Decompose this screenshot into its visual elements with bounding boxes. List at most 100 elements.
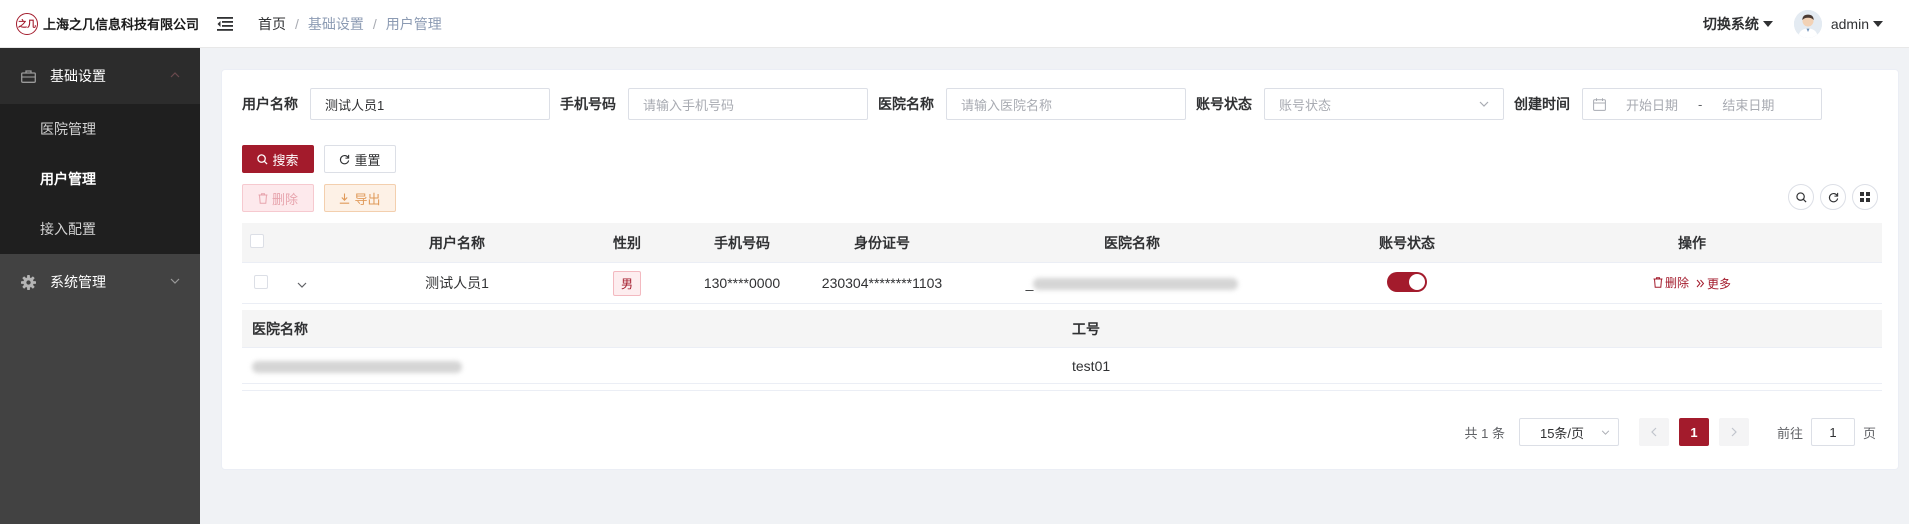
column-username: 用户名称: [429, 234, 485, 251]
status-placeholder: 账号状态: [1279, 97, 1332, 113]
search-button[interactable]: 搜索: [242, 145, 314, 173]
redacted-hospital-name: [252, 360, 462, 373]
delete-button[interactable]: 删除: [242, 184, 314, 212]
username-value: 测试人员1: [325, 97, 385, 113]
end-date-placeholder[interactable]: 结束日期: [1722, 95, 1774, 114]
goto-page-input[interactable]: 1: [1810, 418, 1855, 446]
chevron-left-icon: [1651, 427, 1657, 437]
table-row: 测试人员1 男 130****0000 230304********1103 _…: [242, 263, 1882, 304]
detail-cell-employee-no: test01: [1072, 357, 1111, 374]
sidebar-group-system-management[interactable]: 系统管理: [0, 254, 200, 310]
detail-table-header: 医院名称 工号: [242, 310, 1882, 348]
briefcase-icon: [20, 68, 36, 84]
detail-column-employee-no: 工号: [1072, 320, 1100, 337]
column-phone: 手机号码: [714, 234, 770, 251]
sidebar-group-label: 系统管理: [50, 274, 106, 290]
account-status-toggle[interactable]: [1387, 271, 1427, 292]
user-table: 用户名称 性别 手机号码 身份证号 医院名称 账号状态 操作 测试人员1 男 1…: [242, 223, 1882, 391]
redacted-hospital-name: [1033, 278, 1239, 291]
cell-phone: 130****0000: [703, 275, 781, 291]
reset-button[interactable]: 重置: [324, 145, 396, 173]
chevron-down-icon: [170, 278, 180, 284]
user-avatar-icon: [1793, 9, 1822, 38]
trash-icon: [258, 192, 268, 204]
avatar[interactable]: [1793, 9, 1822, 38]
sidebar-group-basic-settings[interactable]: 基础设置: [0, 48, 200, 104]
refresh-icon: [339, 154, 350, 165]
sidebar-item-user-management[interactable]: 用户管理: [0, 154, 200, 204]
sidebar-item-access-config[interactable]: 接入配置: [0, 204, 200, 254]
sidebar-item-hospital-management[interactable]: 医院管理: [0, 104, 200, 154]
detail-cell-hospital: [242, 358, 1062, 374]
refresh-table-button[interactable]: [1820, 184, 1846, 210]
pagination-total: 共 1 条: [1464, 425, 1505, 441]
switch-system-dropdown[interactable]: 切换系统: [1703, 14, 1773, 34]
created-date-range[interactable]: 开始日期 - 结束日期: [1582, 88, 1822, 120]
breadcrumb-home[interactable]: 首页: [258, 14, 286, 34]
table-header: 用户名称 性别 手机号码 身份证号 医院名称 账号状态 操作: [242, 223, 1882, 263]
grid-icon: [1860, 192, 1870, 202]
expand-chevron-icon[interactable]: [297, 282, 307, 288]
phone-label: 手机号码: [560, 96, 616, 112]
next-page-button[interactable]: [1718, 418, 1749, 446]
expanded-row-detail: 医院名称 工号 test01: [242, 304, 1882, 391]
chevron-down-icon: [1601, 429, 1610, 435]
column-status: 账号状态: [1379, 234, 1435, 251]
refresh-icon: [1828, 192, 1838, 202]
export-button[interactable]: 导出: [324, 184, 396, 212]
menu-fold-icon: [217, 16, 233, 31]
trash-icon: [1653, 277, 1663, 288]
select-all-checkbox[interactable]: [250, 234, 264, 248]
cell-username: 测试人员1: [425, 275, 489, 291]
row-delete-link[interactable]: 删除: [1653, 274, 1689, 291]
caret-down-icon: [1762, 20, 1773, 27]
gender-tag: 男: [612, 270, 641, 296]
main-content-card: 用户名称 测试人员1 手机号码 请输入手机号码 医院名称 请输入医院名称 账号状…: [221, 69, 1899, 470]
username-input[interactable]: 测试人员1: [310, 88, 550, 120]
goto-page: 前往 1 页: [1777, 418, 1876, 446]
chevron-right-icon: [1731, 427, 1737, 437]
phone-placeholder: 请输入手机号码: [643, 97, 735, 113]
top-header: 之几 上海之几信息科技有限公司 首页 / 基础设置 / 用户管理 切换系统 ad…: [0, 0, 1909, 48]
toggle-search-button[interactable]: [1788, 184, 1814, 210]
gear-icon: [20, 274, 36, 290]
hospital-input[interactable]: 请输入医院名称: [946, 88, 1186, 120]
search-icon: [257, 153, 269, 165]
date-separator: -: [1698, 96, 1703, 112]
column-id-card: 身份证号: [854, 234, 910, 251]
start-date-placeholder[interactable]: 开始日期: [1626, 95, 1678, 114]
search-icon: [1795, 191, 1807, 203]
sidebar: 基础设置 医院管理 用户管理 接入配置 系统管理: [0, 48, 200, 524]
cell-id-card: 230304********1103: [821, 275, 943, 291]
calendar-icon: [1593, 97, 1606, 111]
user-menu-dropdown[interactable]: admin: [1831, 16, 1883, 32]
detail-table-row: test01: [242, 348, 1882, 384]
company-logo[interactable]: 之几 上海之几信息科技有限公司: [0, 12, 200, 35]
sidebar-toggle-button[interactable]: [216, 15, 234, 33]
chevron-up-icon: [170, 72, 180, 78]
download-icon: [339, 193, 350, 204]
cell-actions: 删除 更多: [1502, 274, 1882, 292]
column-actions: 操作: [1678, 234, 1706, 251]
status-select[interactable]: 账号状态: [1264, 88, 1504, 120]
username-label: 用户名称: [242, 96, 298, 112]
row-checkbox[interactable]: [254, 274, 268, 289]
phone-input[interactable]: 请输入手机号码: [628, 88, 868, 120]
column-hospital: 医院名称: [1104, 234, 1160, 251]
status-label: 账号状态: [1196, 96, 1252, 112]
logo-mark-icon: 之几: [16, 12, 38, 35]
switch-system-label: 切换系统: [1702, 15, 1759, 32]
company-name: 上海之几信息科技有限公司: [43, 17, 200, 32]
page-number-button[interactable]: 1: [1678, 418, 1709, 446]
row-more-link[interactable]: 更多: [1696, 275, 1731, 292]
user-name-label: admin: [1830, 15, 1869, 32]
page-size-select[interactable]: 15条/页: [1518, 418, 1619, 446]
breadcrumb-user-management: 用户管理: [385, 15, 442, 32]
cell-hospital: _: [952, 275, 1312, 291]
created-time-label: 创建时间: [1514, 96, 1570, 112]
column-settings-button[interactable]: [1852, 184, 1878, 210]
sidebar-group-label: 基础设置: [50, 68, 106, 84]
caret-down-icon: [1873, 20, 1883, 27]
breadcrumb: 首页 / 基础设置 / 用户管理: [258, 14, 442, 34]
prev-page-button[interactable]: [1638, 418, 1669, 446]
